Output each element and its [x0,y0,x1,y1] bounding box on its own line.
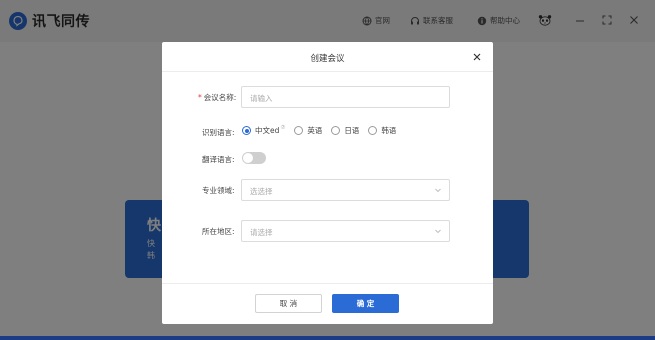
confirm-button[interactable]: 确 定 [332,294,399,313]
chevron-down-icon [434,227,442,235]
region-label: 所在地区: [202,227,235,236]
language-option-korean[interactable]: 韩语 [368,125,396,136]
language-option-label: 日语 [344,126,360,135]
required-mark: * [198,93,202,102]
toggle-knob [243,153,253,163]
language-option-chinese[interactable]: 中文ed ⑦ [242,125,285,136]
dialog-close-button[interactable] [469,49,485,65]
region-placeholder: 请选择 [250,228,273,237]
radio-selected-icon [242,126,251,135]
language-option-japanese[interactable]: 日语 [331,125,359,136]
language-option-label: 中文ed [255,126,280,135]
recognition-language-options: 中文ed ⑦ 英语 日语 韩语 [242,125,405,136]
close-icon [473,53,481,61]
meeting-name-placeholder: 请输入 [250,94,273,103]
info-superscript: ⑦ [280,124,286,131]
region-select[interactable]: 请选择 [241,220,450,242]
chevron-down-icon [434,186,442,194]
dialog-footer: 取 消 确 定 [162,283,493,324]
radio-icon [294,126,304,135]
domain-select[interactable]: 选选择 [241,179,450,201]
domain-label: 专业领域: [202,186,235,195]
recognition-language-label: 识别语言: [202,128,235,137]
domain-placeholder: 选选择 [250,187,273,196]
language-option-english[interactable]: 英语 [294,125,322,136]
translation-toggle[interactable] [242,152,266,164]
cancel-button[interactable]: 取 消 [255,294,322,313]
language-option-label: 英语 [307,126,323,135]
meeting-name-label: * 会议名称: [198,93,237,102]
dialog-header: 创建会议 [162,42,493,72]
create-meeting-dialog: 创建会议 * 会议名称: 请输入 识别语言: 中文ed ⑦ 英语 日语 韩语 翻译 [162,42,493,324]
language-option-label: 韩语 [381,126,397,135]
radio-icon [368,126,378,135]
meeting-name-input[interactable]: 请输入 [241,86,450,108]
radio-icon [331,126,341,135]
dialog-title: 创建会议 [310,54,345,64]
bottom-border [0,336,655,340]
translation-language-label: 翻译语言: [202,155,235,164]
